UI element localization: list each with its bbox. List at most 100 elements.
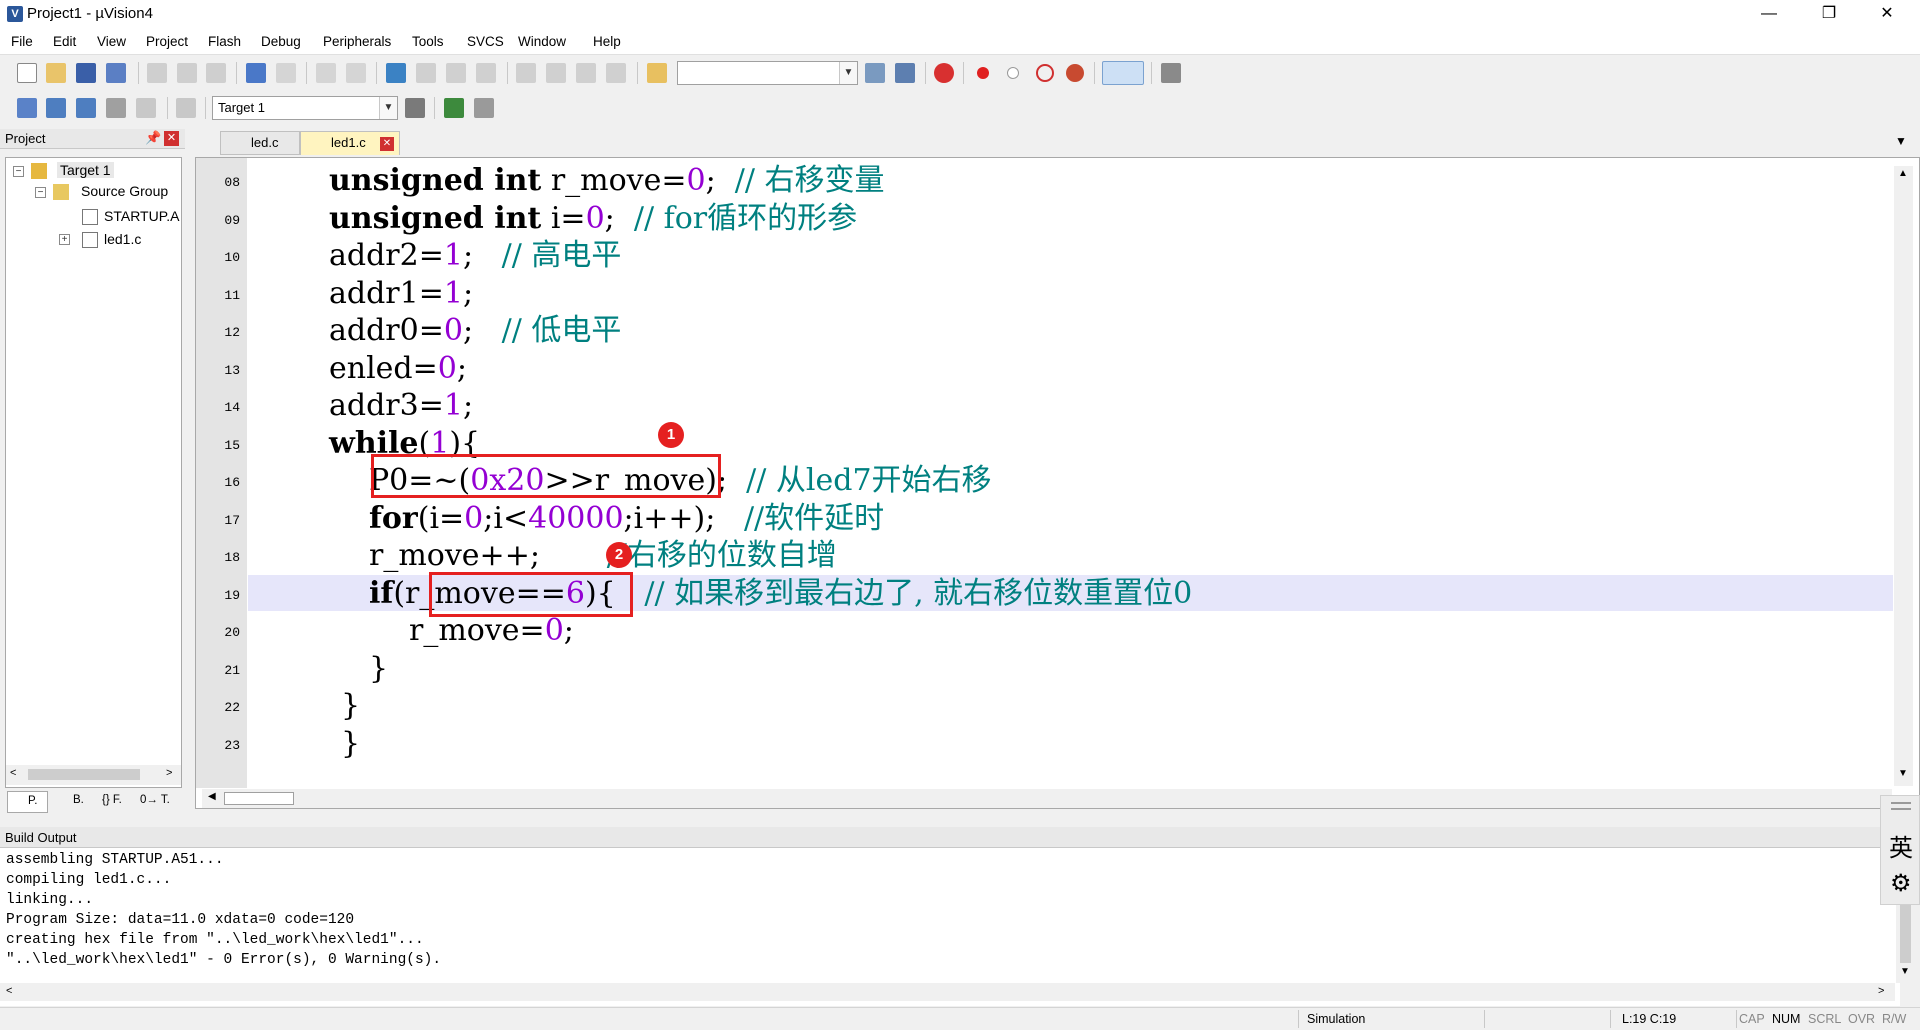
- cut-icon[interactable]: [147, 63, 167, 83]
- file-icon: [82, 209, 98, 225]
- undo-icon[interactable]: [246, 63, 266, 83]
- translate-icon[interactable]: [17, 98, 37, 118]
- tab-books[interactable]: B.: [52, 794, 84, 806]
- indent-icon[interactable]: [516, 63, 536, 83]
- paste-icon[interactable]: [206, 63, 226, 83]
- code-line[interactable]: unsigned int r_move=0; // 右移变量: [329, 163, 885, 199]
- tab-led1-c[interactable]: led1.c ✕: [300, 131, 400, 155]
- new-file-icon[interactable]: [17, 63, 37, 83]
- window-layout-icon[interactable]: [1102, 61, 1144, 85]
- output-hscroll[interactable]: < >: [0, 983, 1895, 1001]
- next-bookmark-icon[interactable]: [446, 63, 466, 83]
- rebuild-icon[interactable]: [76, 98, 96, 118]
- tree-item-target[interactable]: Target 1: [57, 162, 114, 178]
- status-cap: CAP: [1739, 1012, 1765, 1026]
- menu-tools[interactable]: Tools: [412, 34, 444, 49]
- tab-dropdown-icon[interactable]: ▼: [1895, 134, 1907, 148]
- restore-button[interactable]: ❐: [1806, 0, 1852, 29]
- manage-components-icon[interactable]: [444, 98, 464, 118]
- copy-icon[interactable]: [177, 63, 197, 83]
- code-text: ;: [705, 163, 735, 198]
- code-line[interactable]: r_move=0;: [409, 613, 574, 649]
- menu-window[interactable]: Window: [518, 34, 566, 49]
- enable-breakpoint-icon[interactable]: [1007, 67, 1019, 79]
- stop-build-icon[interactable]: [136, 98, 156, 118]
- build-icon[interactable]: [46, 98, 66, 118]
- code-line[interactable]: }: [369, 651, 388, 687]
- ime-language-indicator[interactable]: 英: [1889, 828, 1913, 863]
- collapse-icon[interactable]: −: [13, 166, 24, 177]
- code-line[interactable]: addr0=0; // 低电平: [329, 313, 621, 349]
- code-line[interactable]: unsigned int i=0; // for循环的形参: [329, 201, 857, 237]
- collapse-icon[interactable]: −: [35, 187, 46, 198]
- find-icon[interactable]: [865, 63, 885, 83]
- menu-peripherals[interactable]: Peripherals: [323, 34, 391, 49]
- panel-close-icon[interactable]: ✕: [164, 131, 179, 146]
- code-line[interactable]: enled=0;: [329, 351, 467, 387]
- uncomment-icon[interactable]: [606, 63, 626, 83]
- tab-close-icon[interactable]: ✕: [380, 137, 394, 151]
- code-line[interactable]: }: [341, 688, 360, 724]
- tab-functions[interactable]: {} F.: [102, 794, 122, 806]
- expand-icon[interactable]: +: [59, 234, 70, 245]
- menu-edit[interactable]: Edit: [53, 34, 76, 49]
- code-line[interactable]: addr3=1;: [329, 388, 473, 424]
- tree-item-led1[interactable]: led1.c: [104, 231, 141, 247]
- code-line[interactable]: for(i=0;i<40000;i++); //软件延时: [369, 501, 884, 537]
- tab-project[interactable]: P.: [7, 791, 48, 813]
- batch-build-icon[interactable]: [106, 98, 126, 118]
- menu-help[interactable]: Help: [593, 34, 621, 49]
- download-icon[interactable]: [176, 98, 196, 118]
- prev-bookmark-icon[interactable]: [416, 63, 436, 83]
- incremental-find-icon[interactable]: [895, 63, 915, 83]
- code-line[interactable]: }: [341, 726, 360, 762]
- code-keyword: for: [369, 501, 418, 536]
- comment-icon[interactable]: [576, 63, 596, 83]
- find-in-files-icon[interactable]: [647, 63, 667, 83]
- tab-led-c[interactable]: led.c: [220, 131, 300, 155]
- menu-flash[interactable]: Flash: [208, 34, 241, 49]
- unindent-icon[interactable]: [546, 63, 566, 83]
- tree-hscroll[interactable]: < >: [6, 765, 181, 785]
- file-extensions-icon[interactable]: [474, 98, 494, 118]
- redo-icon[interactable]: [276, 63, 296, 83]
- close-button[interactable]: ✕: [1864, 0, 1910, 29]
- menu-view[interactable]: View: [97, 34, 126, 49]
- editor-hscroll[interactable]: ◀: [202, 789, 1892, 808]
- target-select[interactable]: Target 1 ▼: [212, 96, 398, 120]
- nav-forward-icon[interactable]: [346, 63, 366, 83]
- tree-item-source-group[interactable]: Source Group: [81, 183, 168, 199]
- menu-file[interactable]: File: [11, 34, 33, 49]
- start-debug-icon[interactable]: [934, 63, 954, 83]
- insert-breakpoint-icon[interactable]: [977, 67, 989, 79]
- code-line[interactable]: addr2=1; // 高电平: [329, 238, 621, 274]
- scroll-thumb[interactable]: [1900, 903, 1911, 963]
- kill-breakpoints-icon[interactable]: [1066, 64, 1084, 82]
- code-line[interactable]: addr1=1;: [329, 276, 473, 312]
- code-text: addr1=: [329, 276, 444, 311]
- tab-templates[interactable]: 0→ T.: [140, 794, 170, 806]
- bookmark-icon[interactable]: [386, 63, 406, 83]
- build-output-panel[interactable]: assembling STARTUP.A51... compiling led1…: [0, 848, 1900, 1006]
- nav-back-icon[interactable]: [316, 63, 336, 83]
- save-all-icon[interactable]: [106, 63, 126, 83]
- tree-item-startup[interactable]: STARTUP.A: [104, 208, 179, 224]
- menu-debug[interactable]: Debug: [261, 34, 301, 49]
- open-folder-icon[interactable]: [46, 63, 66, 83]
- configure-wrench-icon[interactable]: [1161, 63, 1181, 83]
- scroll-thumb[interactable]: [28, 769, 140, 780]
- code-line[interactable]: r_move++; //右移的位数自增: [369, 538, 837, 574]
- save-icon[interactable]: [76, 63, 96, 83]
- code-text: addr2=: [329, 238, 444, 273]
- scroll-thumb[interactable]: [224, 792, 294, 805]
- minimize-button[interactable]: —: [1746, 0, 1792, 29]
- ime-settings-icon[interactable]: ⚙: [1890, 869, 1912, 897]
- find-combo[interactable]: ▼: [677, 61, 858, 85]
- menu-project[interactable]: Project: [146, 34, 188, 49]
- target-options-icon[interactable]: [405, 98, 425, 118]
- pin-icon[interactable]: 📌: [145, 130, 161, 146]
- editor-vscroll[interactable]: ▲ ▼: [1894, 166, 1913, 786]
- menu-svcs[interactable]: SVCS: [467, 34, 504, 49]
- disable-breakpoints-icon[interactable]: [1036, 64, 1054, 82]
- clear-bookmarks-icon[interactable]: [476, 63, 496, 83]
